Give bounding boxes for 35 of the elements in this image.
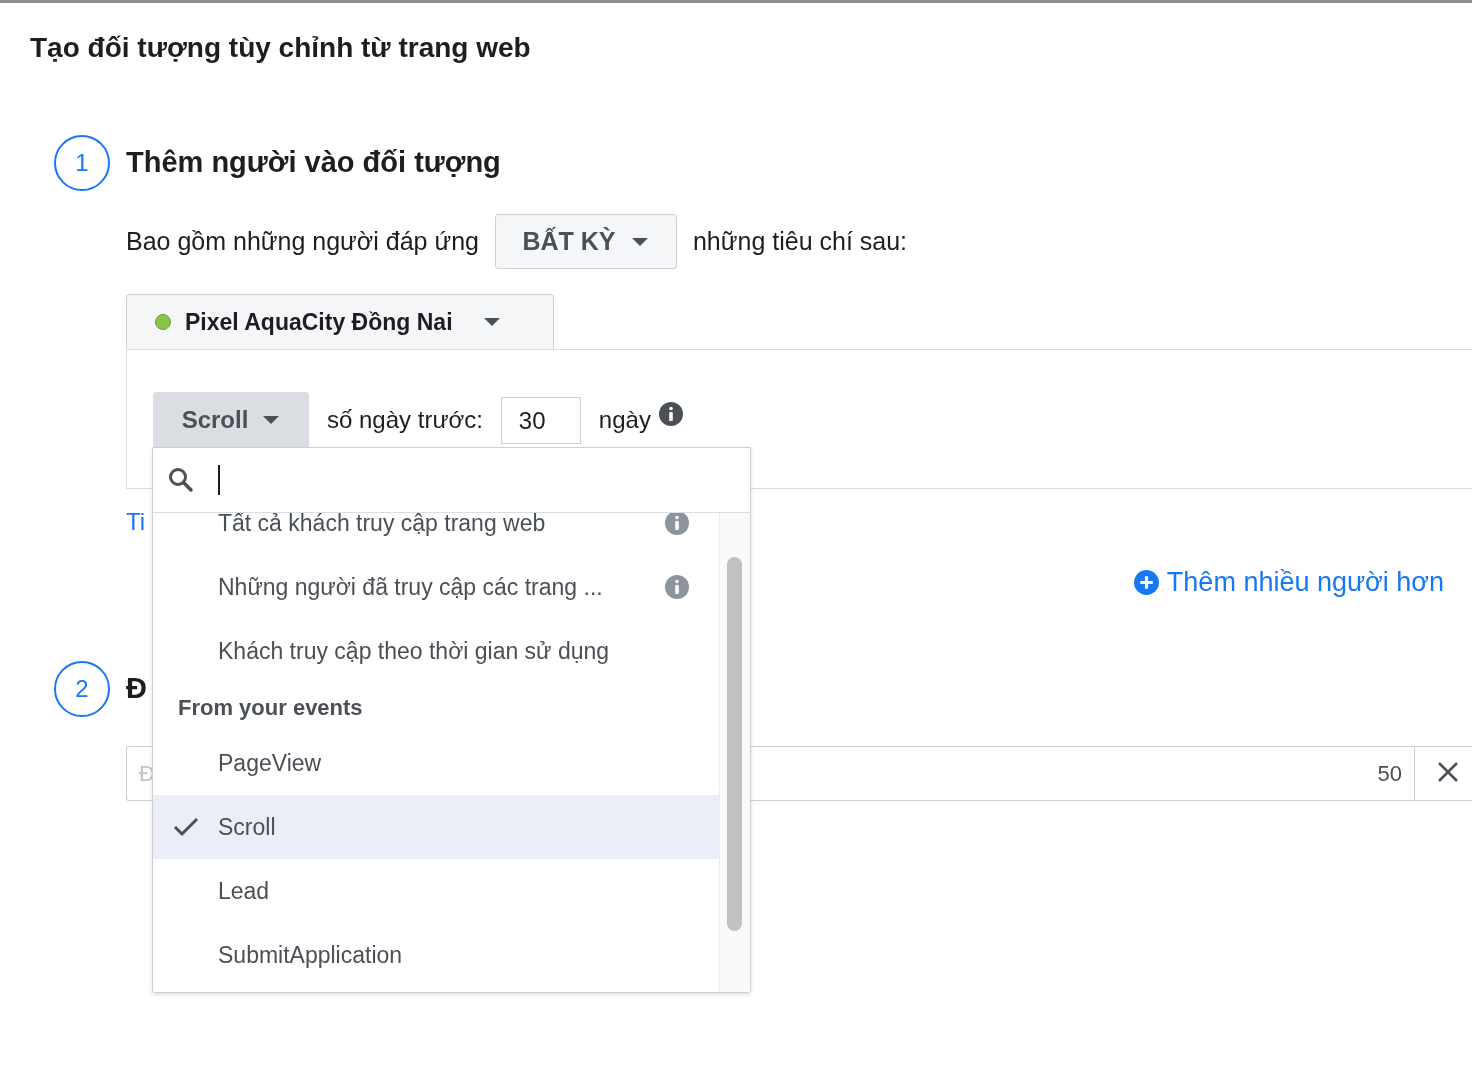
menu-option[interactable]: Scroll (153, 795, 719, 859)
close-icon (1437, 761, 1459, 783)
add-more-link[interactable]: Thêm nhiều người hơn (1133, 567, 1444, 597)
caret-icon (482, 317, 501, 327)
character-counter: 50 (1377, 746, 1414, 801)
dialog-title: Tạo đối tượng tùy chỉnh từ trang web (30, 31, 531, 65)
check-icon (173, 817, 199, 837)
step-number: 1 (54, 135, 110, 191)
criteria-label: những tiêu chí sau: (692, 225, 908, 257)
option-label: Những người đã truy cập các trang ... (218, 572, 604, 602)
match-dropdown[interactable]: BẤT KỲ (494, 214, 677, 269)
caret-icon (262, 414, 281, 425)
step-title: Đ (126, 671, 147, 707)
pixel-dropdown[interactable]: Pixel AquaCity Đồng Nai (126, 294, 554, 350)
caret-icon (631, 236, 650, 247)
days-label: số ngày trước: (327, 405, 483, 435)
step-title: Thêm người vào đối tượng (126, 145, 501, 181)
option-label: SubmitApplication (218, 940, 404, 970)
scrollbar-thumb[interactable] (727, 557, 742, 931)
plus-icon (1133, 569, 1159, 595)
info-link[interactable]: Ti (126, 509, 146, 535)
days-unit: ngày (598, 405, 651, 435)
text-cursor (218, 465, 220, 495)
info-icon[interactable] (658, 402, 683, 426)
event-dropdown[interactable]: Scroll (153, 392, 309, 447)
days-input[interactable]: 30 (500, 397, 581, 444)
option-label: Lead (218, 876, 271, 906)
search-icon (168, 467, 194, 493)
option-label: Tất cả khách truy cập trang web (218, 513, 547, 538)
step-number: 2 (54, 661, 110, 717)
option-label: Khách truy cập theo thời gian sử dụng (218, 636, 611, 666)
option-label: Scroll (218, 812, 277, 842)
option-label: PageView (218, 748, 323, 778)
menu-section-header: From your events (177, 693, 364, 722)
include-label: Bao gồm những người đáp ứng (126, 225, 479, 257)
